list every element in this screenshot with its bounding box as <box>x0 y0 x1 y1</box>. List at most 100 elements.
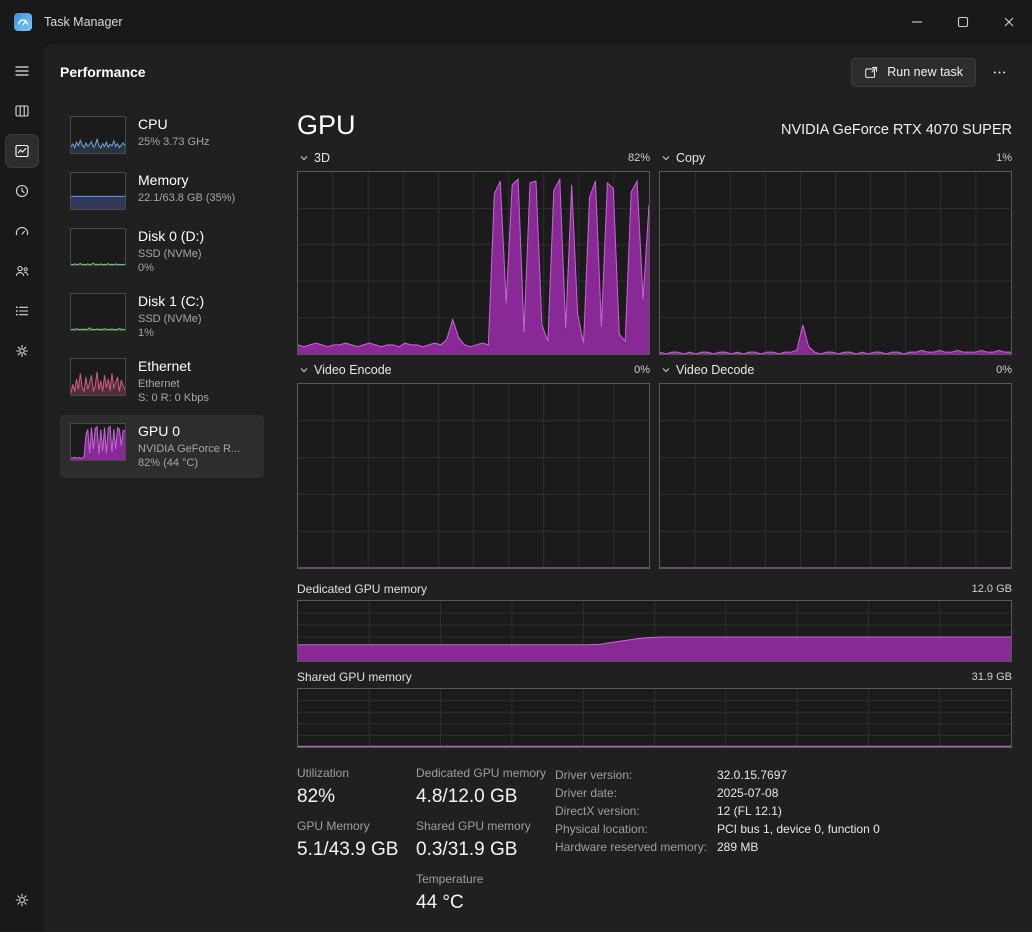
sidebar-item-disk1[interactable]: Disk 1 (C:) SSD (NVMe) 1% <box>60 285 264 348</box>
processes-icon <box>14 103 30 119</box>
clock-history-icon <box>14 183 30 199</box>
gauge-icon <box>14 223 30 239</box>
memory-stats: 22.1/63.8 GB (35%) <box>138 192 236 204</box>
detail-physical-location-value: PCI bus 1, device 0, function 0 <box>717 822 880 836</box>
app-logo-icon <box>14 13 32 31</box>
detail-hardware-reserved: Hardware reserved memory: 289 MB <box>555 838 1012 856</box>
nav-item-startup-apps[interactable] <box>6 215 38 247</box>
stat-utilization-value: 82% <box>297 786 336 807</box>
chart-label-copy: Copy <box>676 151 706 165</box>
disk1-texts: Disk 1 (C:) SSD (NVMe) 1% <box>138 293 204 340</box>
detail-hardware-reserved-value: 289 MB <box>717 840 759 854</box>
menu-button[interactable] <box>6 55 38 87</box>
sidebar-item-ethernet[interactable]: Ethernet Ethernet S: 0 R: 0 Kbps <box>60 350 264 413</box>
gear-icon <box>14 892 30 908</box>
cpu-texts: CPU 25% 3.73 GHz <box>138 116 210 149</box>
detail-driver-date-label: Driver date: <box>555 786 618 800</box>
stat-utilization-label: Utilization <box>297 766 350 780</box>
run-new-task-label: Run new task <box>887 65 963 79</box>
chevron-down-icon[interactable] <box>297 363 311 377</box>
minimize-button[interactable] <box>894 0 940 44</box>
run-new-task-button[interactable]: Run new task <box>851 57 976 87</box>
disk0-usage: 0% <box>138 262 154 274</box>
detail-driver-version-label: Driver version: <box>555 768 633 782</box>
performance-icon <box>14 143 30 159</box>
chart-dedicated-memory[interactable] <box>297 600 1012 662</box>
disk1-type: SSD (NVMe) <box>138 313 202 325</box>
gpu-texts: GPU 0 NVIDIA GeForce R... 82% (44 °C) <box>138 423 240 470</box>
maximize-button[interactable] <box>940 0 986 44</box>
stat-temperature-value: 44 °C <box>416 892 464 913</box>
detail-physical-location: Physical location: PCI bus 1, device 0, … <box>555 820 1012 838</box>
shared-memory-max: 31.9 GB <box>971 671 1012 683</box>
close-button[interactable] <box>986 0 1032 44</box>
disk1-usage: 1% <box>138 327 154 339</box>
chevron-down-icon[interactable] <box>297 151 311 165</box>
stat-gpu-memory-value: 5.1/43.9 GB <box>297 839 399 860</box>
page-title: Performance <box>60 64 146 80</box>
gpu-detail-pane: GPU NVIDIA GeForce RTX 4070 SUPER 3D 82% <box>297 100 1012 932</box>
detail-hardware-reserved-label: Hardware reserved memory: <box>555 840 708 854</box>
sidebar-item-memory[interactable]: Memory 22.1/63.8 GB (35%) <box>60 164 264 218</box>
ethernet-rates: S: 0 R: 0 Kbps <box>138 392 209 404</box>
chart-value-video-encode: 0% <box>634 364 650 376</box>
detail-directx-version-value: 12 (FL 12.1) <box>717 804 782 818</box>
chart-video-encode[interactable] <box>297 383 650 569</box>
content-header: Performance Run new task <box>44 44 1032 100</box>
chart-video-decode[interactable] <box>659 383 1012 569</box>
task-manager-window: Task Manager Performance Run new task CP… <box>0 0 1032 932</box>
sidebar-item-gpu0[interactable]: GPU 0 NVIDIA GeForce R... 82% (44 °C) <box>60 415 264 478</box>
performance-sidebar: CPU 25% 3.73 GHz Memory 22.1/63.8 GB (35… <box>60 100 264 932</box>
nav-item-performance[interactable] <box>5 134 39 168</box>
disk0-texts: Disk 0 (D:) SSD (NVMe) 0% <box>138 228 204 275</box>
cpu-thumbnail-chart <box>70 116 126 154</box>
ethernet-type: Ethernet <box>138 378 180 390</box>
nav-rail <box>0 44 44 932</box>
stat-shared-memory-value: 0.3/31.9 GB <box>416 839 518 860</box>
gpu-title-row: GPU NVIDIA GeForce RTX 4070 SUPER <box>297 110 1012 141</box>
cpu-name: CPU <box>138 116 168 132</box>
chart-shared-memory[interactable] <box>297 688 1012 748</box>
sidebar-item-cpu[interactable]: CPU 25% 3.73 GHz <box>60 108 264 162</box>
disk1-name: Disk 1 (C:) <box>138 293 205 309</box>
settings-button[interactable] <box>6 884 38 916</box>
detail-driver-version: Driver version: 32.0.15.7697 <box>555 766 1012 784</box>
nav-item-users[interactable] <box>6 255 38 287</box>
disk0-name: Disk 0 (D:) <box>138 228 205 244</box>
chart-value-video-decode: 0% <box>996 364 1012 376</box>
chart-copy[interactable] <box>659 171 1012 355</box>
ethernet-thumbnail-chart <box>70 358 126 396</box>
nav-item-services[interactable] <box>6 335 38 367</box>
chart-label-video-encode: Video Encode <box>314 363 392 377</box>
window-controls <box>894 0 1032 44</box>
detail-directx-version: DirectX version: 12 (FL 12.1) <box>555 802 1012 820</box>
chart-label-3d: 3D <box>314 151 330 165</box>
chart-head-3d: 3D 82% <box>297 148 650 168</box>
stat-temperature-label: Temperature <box>416 872 484 886</box>
services-gear-icon <box>14 343 30 359</box>
gpu-usage: 82% (44 °C) <box>138 457 199 469</box>
sidebar-item-disk0[interactable]: Disk 0 (D:) SSD (NVMe) 0% <box>60 220 264 283</box>
chevron-down-icon[interactable] <box>659 151 673 165</box>
hamburger-icon <box>14 63 30 79</box>
stat-gpu-memory: GPU Memory 5.1/43.9 GB <box>297 819 416 861</box>
chevron-down-icon[interactable] <box>659 363 673 377</box>
stat-dedicated-memory: Dedicated GPU memory 4.8/12.0 GB <box>416 766 555 808</box>
nav-item-details[interactable] <box>6 295 38 327</box>
content-panel: Performance Run new task CPU 25% 3.73 GH… <box>44 44 1032 932</box>
nav-item-processes[interactable] <box>6 95 38 127</box>
gpu-stats: Utilization 82% GPU Memory 5.1/43.9 GB D… <box>297 766 1012 925</box>
chart-3d[interactable] <box>297 171 650 355</box>
window-title: Task Manager <box>44 15 123 29</box>
stats-column-1: Utilization 82% GPU Memory 5.1/43.9 GB <box>297 766 416 925</box>
ethernet-texts: Ethernet Ethernet S: 0 R: 0 Kbps <box>138 358 209 405</box>
users-icon <box>14 263 30 279</box>
memory-thumbnail-chart <box>70 172 126 210</box>
detail-driver-date-value: 2025-07-08 <box>717 786 779 800</box>
disk1-thumbnail-chart <box>70 293 126 331</box>
new-task-icon <box>864 65 879 80</box>
driver-details: Driver version: 32.0.15.7697 Driver date… <box>555 766 1012 925</box>
nav-item-app-history[interactable] <box>6 175 38 207</box>
more-options-button[interactable] <box>982 57 1016 87</box>
detail-driver-date: Driver date: 2025-07-08 <box>555 784 1012 802</box>
